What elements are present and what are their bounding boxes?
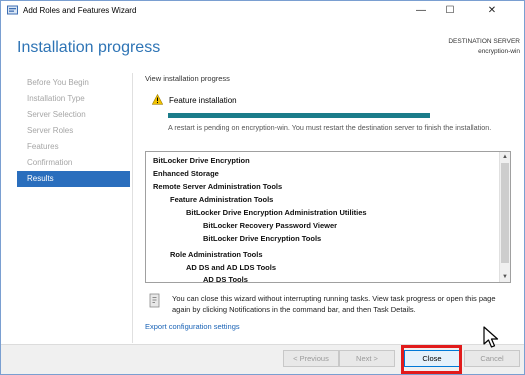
page-title: Installation progress <box>17 39 161 56</box>
title-bar[interactable]: Add Roles and Features Wizard — ☐ ✕ <box>1 1 524 21</box>
results-scrollbar[interactable]: ▲ ▼ <box>499 152 510 282</box>
nav-item-results[interactable]: Results <box>17 171 130 187</box>
result-item: Feature Administration Tools <box>170 195 274 204</box>
wizard-window: Add Roles and Features Wizard — ☐ ✕ Inst… <box>0 0 525 375</box>
result-item: BitLocker Drive Encryption <box>153 156 250 165</box>
mouse-pointer-icon <box>483 326 499 348</box>
nav-item-server-roles[interactable]: Server Roles <box>17 123 130 139</box>
nav-item-confirmation[interactable]: Confirmation <box>17 155 130 171</box>
results-list[interactable]: BitLocker Drive Encryption Enhanced Stor… <box>145 151 511 283</box>
warning-icon <box>152 94 163 105</box>
close-wizard-info-text: You can close this wizard without interr… <box>172 294 496 314</box>
result-item: BitLocker Drive Encryption Administratio… <box>186 208 367 217</box>
window-close-button[interactable]: ✕ <box>477 1 507 21</box>
progress-bar-fill <box>168 113 430 118</box>
nav-item-features[interactable]: Features <box>17 139 130 155</box>
result-item: AD DS and AD LDS Tools <box>186 263 276 272</box>
maximize-button[interactable]: ☐ <box>435 1 465 21</box>
nav-item-before-you-begin[interactable]: Before You Begin <box>17 75 130 91</box>
result-item: AD DS Tools <box>203 275 248 283</box>
cancel-button[interactable]: Cancel <box>464 350 520 367</box>
server-manager-icon <box>7 5 18 15</box>
result-item: BitLocker Drive Encryption Tools <box>203 234 322 243</box>
installation-progress-bar <box>168 113 430 118</box>
window-title: Add Roles and Features Wizard <box>23 6 137 15</box>
feature-installation-label: Feature installation <box>169 96 237 105</box>
nav-item-installation-type[interactable]: Installation Type <box>17 91 130 107</box>
close-button-highlight <box>401 345 462 374</box>
scroll-down-arrow-icon[interactable]: ▼ <box>500 272 510 282</box>
export-configuration-link[interactable]: Export configuration settings <box>145 322 240 331</box>
destination-server-label: DESTINATION SERVER <box>448 38 520 45</box>
result-item: Role Administration Tools <box>170 250 263 259</box>
result-item: BitLocker Recovery Password Viewer <box>203 221 338 230</box>
next-button[interactable]: Next > <box>339 350 395 367</box>
wizard-header: Installation progress DESTINATION SERVER… <box>1 22 524 72</box>
nav-divider <box>132 73 133 343</box>
destination-server-value: encryption-win <box>478 48 520 55</box>
minimize-button[interactable]: — <box>406 1 436 21</box>
previous-button[interactable]: < Previous <box>283 350 339 367</box>
main-content: View installation progress Feature insta… <box>145 71 517 341</box>
view-progress-label: View installation progress <box>145 74 230 83</box>
notification-flag-icon <box>149 293 160 308</box>
scroll-up-arrow-icon[interactable]: ▲ <box>500 152 510 162</box>
result-item: Enhanced Storage <box>153 169 219 178</box>
restart-pending-message: A restart is pending on encryption-win. … <box>168 123 492 132</box>
result-item: Remote Server Administration Tools <box>153 182 283 191</box>
nav-item-server-selection[interactable]: Server Selection <box>17 107 130 123</box>
scroll-thumb[interactable] <box>501 163 509 263</box>
